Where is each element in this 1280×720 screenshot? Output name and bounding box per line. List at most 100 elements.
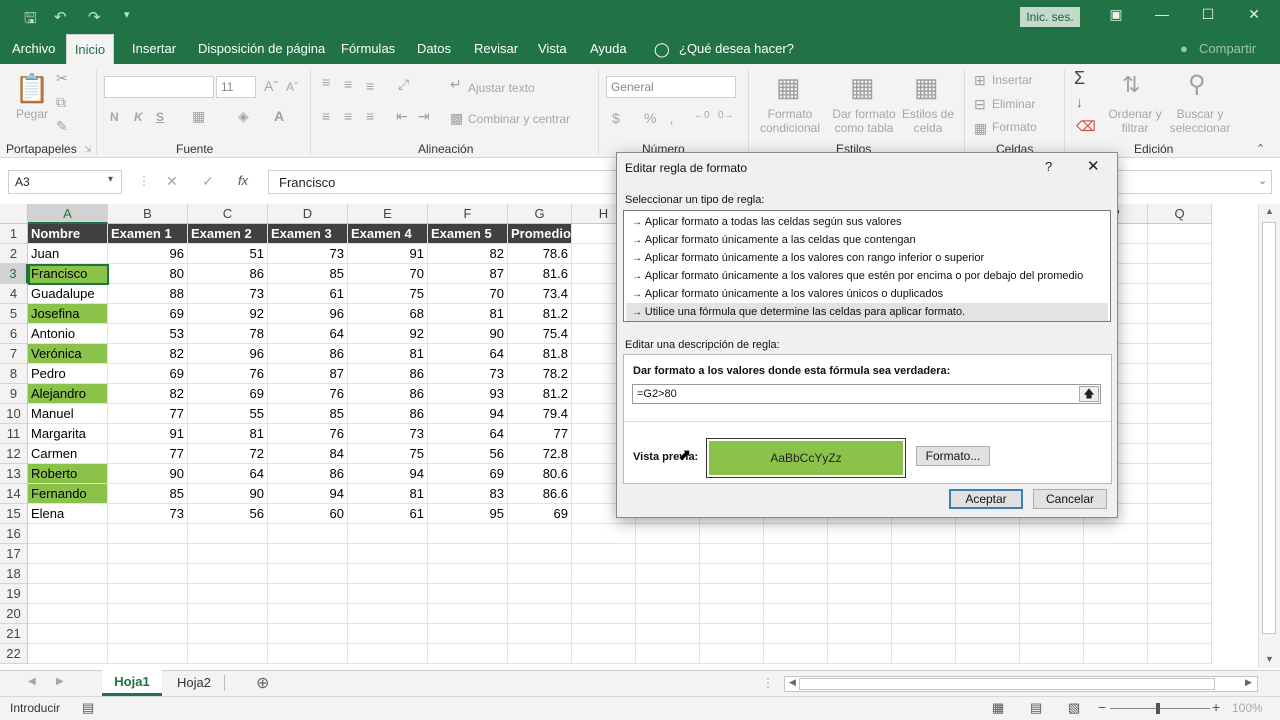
cell[interactable] <box>956 544 1020 564</box>
value-cell[interactable]: 69 <box>428 464 508 484</box>
cell[interactable] <box>700 624 764 644</box>
minimize-icon[interactable]: — <box>1152 6 1172 26</box>
row-header[interactable]: 6 <box>0 324 28 344</box>
rule-type-item[interactable]: → Aplicar formato únicamente a los valor… <box>626 285 1108 303</box>
increase-decimal-icon[interactable]: ←0 <box>694 110 710 121</box>
name-cell[interactable]: Roberto <box>28 464 108 484</box>
collapse-ribbon-icon[interactable]: ⌃ <box>1256 142 1265 155</box>
cell[interactable] <box>700 604 764 624</box>
align-center-icon[interactable]: ≡ <box>344 108 352 124</box>
vertical-scrollbar[interactable]: ▲ ▼ <box>1258 204 1280 668</box>
value-cell[interactable]: 87 <box>428 264 508 284</box>
undo-icon[interactable]: ↶ <box>54 8 67 26</box>
row-header[interactable]: 13 <box>0 464 28 484</box>
cell[interactable] <box>1020 524 1084 544</box>
row-header[interactable]: 3 <box>0 264 28 284</box>
value-cell[interactable]: 69 <box>188 384 268 404</box>
confirm-entry-icon[interactable]: ✓ <box>202 173 214 190</box>
cell[interactable] <box>188 624 268 644</box>
value-cell[interactable]: 76 <box>188 364 268 384</box>
cell[interactable] <box>636 584 700 604</box>
scroll-down-icon[interactable]: ▼ <box>1265 654 1274 664</box>
value-cell[interactable]: 93 <box>428 384 508 404</box>
find-select-button[interactable]: Buscar y seleccionar <box>1162 107 1238 135</box>
column-header[interactable]: G <box>508 204 572 224</box>
value-cell[interactable]: 64 <box>428 344 508 364</box>
cell[interactable] <box>1084 604 1148 624</box>
value-cell[interactable]: 78 <box>188 324 268 344</box>
namebox-dropdown-icon[interactable]: ▾ <box>108 174 113 185</box>
tab-inicio[interactable]: Inicio <box>66 34 114 64</box>
next-sheet-icon[interactable]: ▶ <box>56 676 64 687</box>
cell[interactable] <box>828 604 892 624</box>
zoom-slider-thumb[interactable] <box>1156 703 1160 714</box>
format-as-table-icon[interactable]: ▦ <box>850 72 875 103</box>
value-cell[interactable]: 73 <box>268 244 348 264</box>
value-cell[interactable]: 75.4 <box>508 324 572 344</box>
value-cell[interactable]: 86 <box>268 464 348 484</box>
cell[interactable] <box>828 564 892 584</box>
page-break-view-icon[interactable]: ▧ <box>1068 700 1080 716</box>
value-cell[interactable]: 85 <box>108 484 188 504</box>
cell[interactable] <box>892 584 956 604</box>
sign-in-button[interactable]: Inic. ses. <box>1020 7 1080 27</box>
cell[interactable] <box>764 564 828 584</box>
cell[interactable] <box>348 624 428 644</box>
tab-disposicion[interactable]: Disposición de página <box>198 34 325 64</box>
value-cell[interactable]: 95 <box>428 504 508 524</box>
value-cell[interactable]: 81.8 <box>508 344 572 364</box>
cell[interactable] <box>572 524 636 544</box>
prev-sheet-icon[interactable]: ◀ <box>28 676 36 687</box>
value-cell[interactable]: 81.2 <box>508 304 572 324</box>
value-cell[interactable]: 80.6 <box>508 464 572 484</box>
tab-ayuda[interactable]: Ayuda <box>590 34 627 64</box>
cell[interactable] <box>1148 264 1212 284</box>
merge-icon[interactable]: ▩ <box>450 110 463 127</box>
rule-type-item[interactable]: → Aplicar formato a todas las celdas seg… <box>626 213 1108 231</box>
cell[interactable] <box>636 544 700 564</box>
cell[interactable] <box>1148 324 1212 344</box>
cell[interactable] <box>188 584 268 604</box>
value-cell[interactable]: 61 <box>348 504 428 524</box>
value-cell[interactable]: 86 <box>268 344 348 364</box>
row-header[interactable]: 7 <box>0 344 28 364</box>
value-cell[interactable]: 90 <box>108 464 188 484</box>
clear-icon[interactable]: ⌫ <box>1076 118 1096 135</box>
cell[interactable] <box>508 644 572 664</box>
cell[interactable] <box>700 564 764 584</box>
cancel-entry-icon[interactable]: ✕ <box>166 173 178 190</box>
cell[interactable] <box>1148 524 1212 544</box>
share-button[interactable]: Compartir <box>1199 34 1256 64</box>
row-header[interactable]: 22 <box>0 644 28 664</box>
cell[interactable] <box>828 624 892 644</box>
value-cell[interactable]: 86.6 <box>508 484 572 504</box>
grow-font-icon[interactable]: Aˆ <box>264 78 278 94</box>
cell[interactable] <box>348 524 428 544</box>
cell[interactable] <box>1148 464 1212 484</box>
name-box[interactable]: A3 <box>8 170 122 194</box>
cell[interactable] <box>1020 604 1084 624</box>
value-cell[interactable]: 64 <box>428 424 508 444</box>
cell[interactable] <box>1148 384 1212 404</box>
cell[interactable] <box>1148 544 1212 564</box>
value-cell[interactable]: 72 <box>188 444 268 464</box>
row-header[interactable]: 20 <box>0 604 28 624</box>
cell[interactable] <box>508 564 572 584</box>
cancel-button[interactable]: Cancelar <box>1033 489 1107 509</box>
value-cell[interactable]: 78.2 <box>508 364 572 384</box>
copy-icon[interactable]: ⧉ <box>56 94 66 111</box>
delete-cells-icon[interactable]: ⊟ <box>974 96 986 113</box>
cell[interactable] <box>108 584 188 604</box>
cell[interactable] <box>892 604 956 624</box>
zoom-level[interactable]: 100% <box>1232 701 1263 715</box>
cell[interactable] <box>348 584 428 604</box>
cell[interactable] <box>636 524 700 544</box>
value-cell[interactable]: 64 <box>268 324 348 344</box>
cell[interactable] <box>700 584 764 604</box>
name-cell[interactable]: Margarita <box>28 424 108 444</box>
cell[interactable] <box>1020 624 1084 644</box>
sort-filter-icon[interactable]: ⇅ <box>1122 72 1140 98</box>
row-header[interactable]: 5 <box>0 304 28 324</box>
value-cell[interactable]: 88 <box>108 284 188 304</box>
formula-input-field[interactable]: =G2>80 🡅 <box>632 384 1101 404</box>
